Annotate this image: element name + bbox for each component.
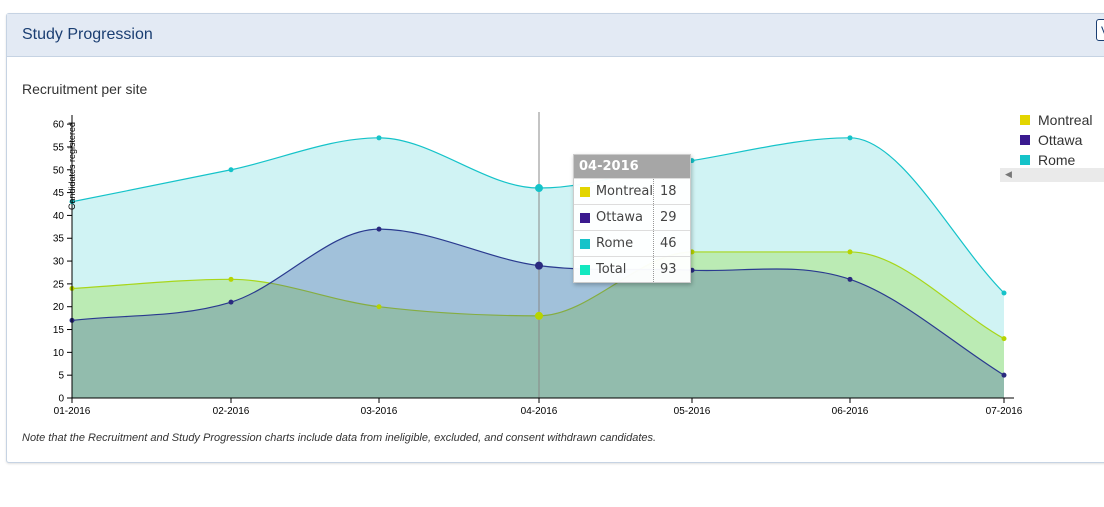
x-tick-label: 04-2016 xyxy=(521,406,558,417)
point-montreal-04-2016[interactable] xyxy=(535,311,543,320)
tooltip-title: 04-2016 xyxy=(574,155,690,178)
scroll-left-icon[interactable]: ◀ xyxy=(1005,169,1012,180)
y-tick-label: 5 xyxy=(58,371,64,382)
point-ottawa-03-2016[interactable] xyxy=(376,226,382,232)
y-tick-label: 55 xyxy=(53,142,65,153)
legend-label: Rome xyxy=(1038,152,1076,168)
tooltip-value: 46 xyxy=(660,236,677,251)
x-tick-label: 02-2016 xyxy=(213,406,250,417)
y-tick-label: 60 xyxy=(53,120,65,131)
y-tick-label: 40 xyxy=(53,211,65,222)
point-montreal-07-2016[interactable] xyxy=(1001,336,1007,342)
tooltip-swatch xyxy=(580,212,590,223)
y-tick-label: 25 xyxy=(53,279,65,290)
tooltip-value: 93 xyxy=(660,262,677,277)
chart-legend: Montreal Ottawa Rome xyxy=(1020,110,1092,170)
legend-swatch xyxy=(1020,135,1030,145)
point-ottawa-06-2016[interactable] xyxy=(847,276,853,282)
tooltip-row-ottawa: Ottawa 29 xyxy=(574,204,690,230)
tooltip-value: 29 xyxy=(660,210,677,225)
legend-swatch xyxy=(1020,115,1030,125)
y-tick-label: 45 xyxy=(53,188,65,199)
y-tick-label: 20 xyxy=(53,302,65,313)
y-tick-label: 35 xyxy=(53,234,65,245)
tooltip-row-rome: Rome 46 xyxy=(574,230,690,256)
point-ottawa-04-2016[interactable] xyxy=(535,261,543,270)
tooltip-series-label: Montreal xyxy=(595,184,653,199)
tooltip-row-total: Total 93 xyxy=(574,256,690,282)
x-tick-label: 01-2016 xyxy=(54,406,91,417)
point-rome-07-2016[interactable] xyxy=(1001,290,1007,296)
y-tick-label: 10 xyxy=(53,348,65,359)
point-ottawa-07-2016[interactable] xyxy=(1001,372,1007,378)
y-tick-label: 50 xyxy=(53,165,65,176)
legend-item-rome[interactable]: Rome xyxy=(1020,150,1092,170)
tooltip-series-name: Total xyxy=(574,257,654,282)
tooltip-swatch xyxy=(580,238,590,249)
y-axis-label: Candidates registered xyxy=(67,122,77,210)
tooltip-series-label: Total xyxy=(596,262,627,277)
point-rome-03-2016[interactable] xyxy=(376,135,382,141)
y-tick-label: 30 xyxy=(53,257,65,268)
x-tick-label: 05-2016 xyxy=(674,406,711,417)
legend-swatch xyxy=(1020,155,1030,165)
chart-tooltip: 04-2016 Montreal 18 Ottawa 29 Rome 46 Total 93 xyxy=(573,154,691,283)
tooltip-series-name: Ottawa xyxy=(574,205,654,230)
legend-label: Ottawa xyxy=(1038,132,1083,148)
y-tick-label: 0 xyxy=(58,394,64,405)
point-rome-02-2016[interactable] xyxy=(228,167,234,173)
point-montreal-02-2016[interactable] xyxy=(228,276,234,282)
point-rome-04-2016[interactable] xyxy=(535,184,543,193)
x-tick-label: 06-2016 xyxy=(832,406,869,417)
chart-note: Note that the Recruitment and Study Prog… xyxy=(22,432,657,444)
tooltip-series-name: Montreal xyxy=(574,179,654,204)
legend-label: Montreal xyxy=(1038,112,1093,128)
point-montreal-06-2016[interactable] xyxy=(847,249,853,255)
y-tick-label: 15 xyxy=(53,325,65,336)
x-tick-label: 07-2016 xyxy=(986,406,1023,417)
point-ottawa-02-2016[interactable] xyxy=(228,299,234,305)
tooltip-swatch xyxy=(580,186,590,197)
tooltip-value: 18 xyxy=(660,184,677,199)
point-montreal-03-2016[interactable] xyxy=(376,304,382,310)
point-rome-06-2016[interactable] xyxy=(847,135,853,141)
tooltip-series-label: Ottawa xyxy=(596,210,643,225)
legend-item-montreal[interactable]: Montreal xyxy=(1020,110,1092,130)
legend-item-ottawa[interactable]: Ottawa xyxy=(1020,130,1092,150)
x-tick-label: 03-2016 xyxy=(361,406,398,417)
tooltip-row-montreal: Montreal 18 xyxy=(574,178,690,204)
recruitment-chart: 0 5 10 15 20 25 30 35 40 45 50 55 60 01-2016 02-2016 03… xyxy=(53,112,1023,417)
legend-scrollbar[interactable]: ◀ xyxy=(1000,168,1104,182)
tooltip-swatch xyxy=(580,264,590,275)
tooltip-series-name: Rome xyxy=(574,231,654,256)
tooltip-series-label: Rome xyxy=(596,236,634,251)
